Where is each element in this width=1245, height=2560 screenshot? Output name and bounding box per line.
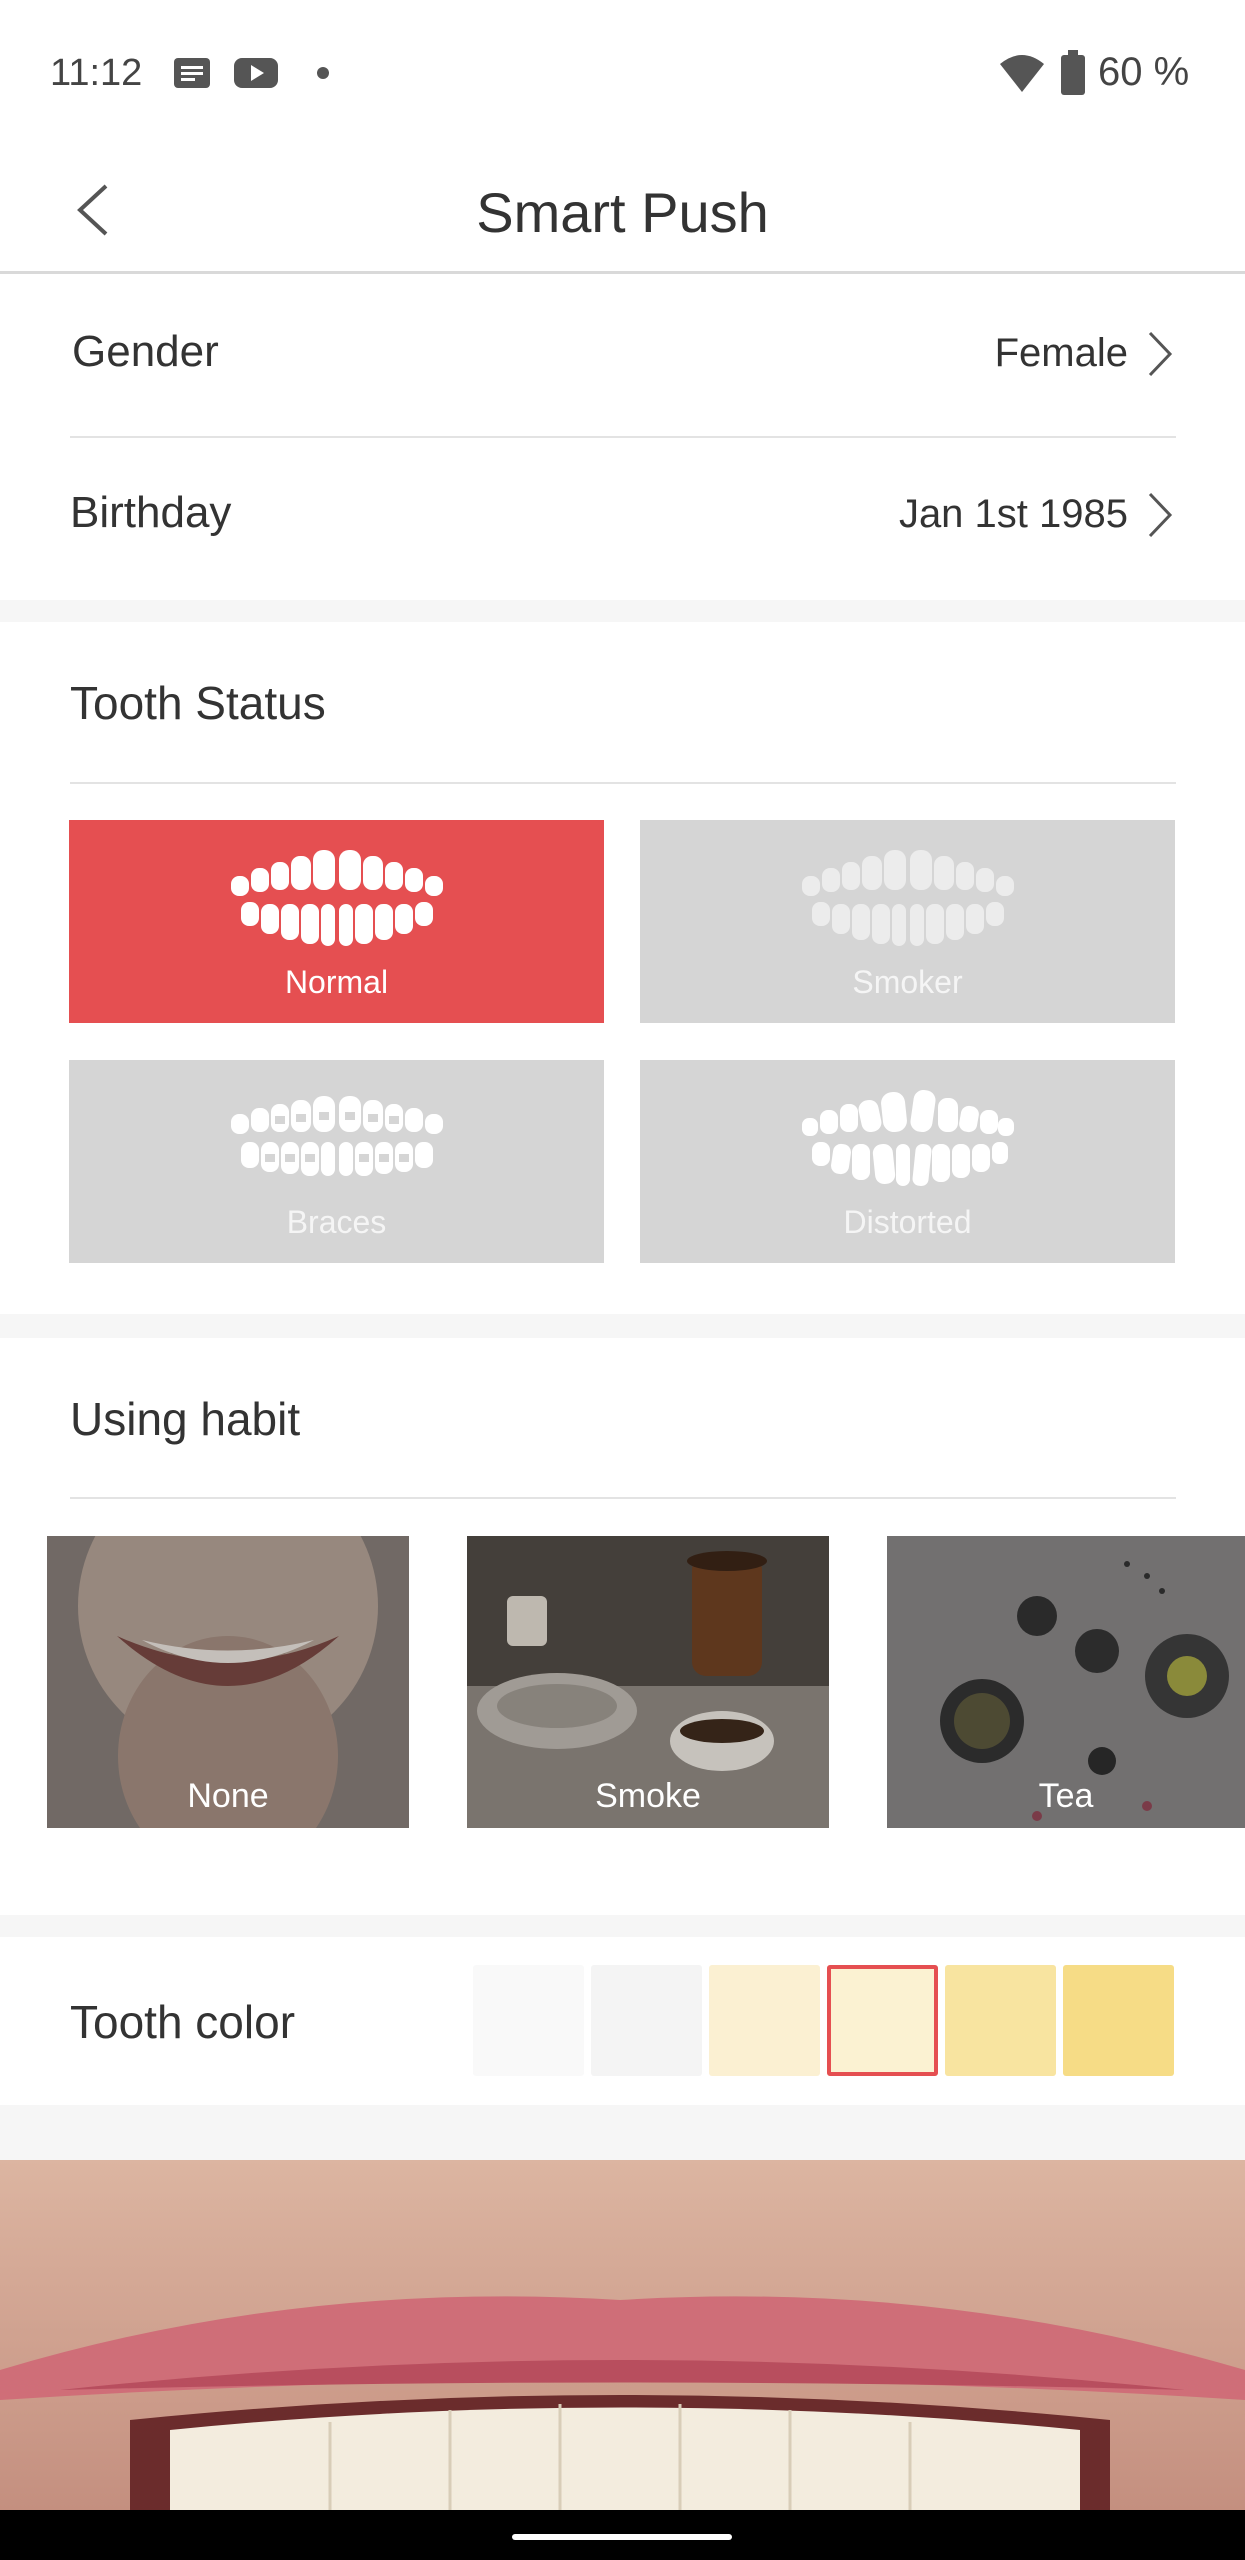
app-header: Smart Push — [0, 150, 1245, 274]
habit-label: None — [187, 1777, 269, 1815]
birthday-label: Birthday — [70, 488, 232, 537]
teeth-smoker-icon — [802, 850, 1014, 946]
tooth-color-swatch[interactable] — [709, 1965, 820, 2076]
tile-label: Braces — [286, 1204, 387, 1240]
habit-label: Smoke — [595, 1777, 701, 1815]
teeth-normal-icon — [231, 850, 443, 946]
battery-percentage: 60 % — [1098, 50, 1190, 94]
teeth-braces-icon — [231, 1096, 443, 1176]
gender-label: Gender — [72, 327, 219, 376]
birthday-row[interactable]: Birthday Jan 1st 1985 — [70, 438, 1176, 598]
habit-none[interactable]: None — [47, 1536, 409, 1828]
tooth-color-swatch[interactable] — [827, 1965, 938, 2076]
gender-row[interactable]: Gender Female — [70, 277, 1176, 437]
gender-value: Female — [994, 331, 1128, 375]
divider — [70, 782, 1176, 784]
birthday-value: Jan 1st 1985 — [898, 492, 1128, 536]
home-indicator[interactable] — [512, 2534, 732, 2540]
tile-label: Distorted — [843, 1204, 972, 1240]
message-icon — [174, 58, 210, 88]
dot-icon — [317, 67, 329, 79]
tooth-status-braces[interactable]: Braces — [69, 1060, 604, 1263]
wifi-icon — [1000, 55, 1044, 92]
teeth-distorted-icon — [802, 1090, 1014, 1187]
section-gap — [0, 1915, 1245, 1937]
tooth-color-swatch[interactable] — [473, 1965, 584, 2076]
teeth-preview-image — [0, 2160, 1245, 2510]
tooth-status-distorted[interactable]: Distorted — [640, 1060, 1175, 1263]
chevron-right-icon — [1148, 331, 1173, 377]
tooth-color-swatch[interactable] — [1063, 1965, 1174, 2076]
tooth-color-swatch[interactable] — [945, 1965, 1056, 2076]
chevron-right-icon — [1148, 492, 1173, 538]
status-time: 11:12 — [50, 52, 143, 94]
tooth-status-title: Tooth Status — [70, 677, 326, 729]
using-habit-title: Using habit — [70, 1393, 301, 1445]
tile-label: Normal — [284, 964, 389, 1000]
youtube-icon — [234, 58, 278, 88]
lips-photo — [0, 2160, 1245, 2510]
tooth-status-normal[interactable]: Normal — [69, 820, 604, 1023]
habit-tea[interactable]: Tea — [887, 1536, 1245, 1828]
tooth-color-swatch[interactable] — [591, 1965, 702, 2076]
tile-label: Smoker — [852, 964, 963, 1000]
habit-smoke[interactable]: Smoke — [467, 1536, 829, 1828]
system-nav-bar — [0, 2510, 1245, 2560]
section-gap — [0, 1314, 1245, 1338]
section-gap — [0, 600, 1245, 622]
habit-label: Tea — [1038, 1777, 1094, 1815]
divider — [70, 1497, 1176, 1499]
tooth-status-smoker[interactable]: Smoker — [640, 820, 1175, 1023]
section-gap — [0, 2105, 1245, 2160]
page-title: Smart Push — [476, 181, 769, 244]
status-bar: 11:12 60 % — [0, 0, 1245, 150]
battery-icon — [1061, 50, 1085, 95]
tooth-color-label: Tooth color — [70, 1996, 296, 2048]
tooth-color-swatches — [473, 1965, 1178, 2076]
